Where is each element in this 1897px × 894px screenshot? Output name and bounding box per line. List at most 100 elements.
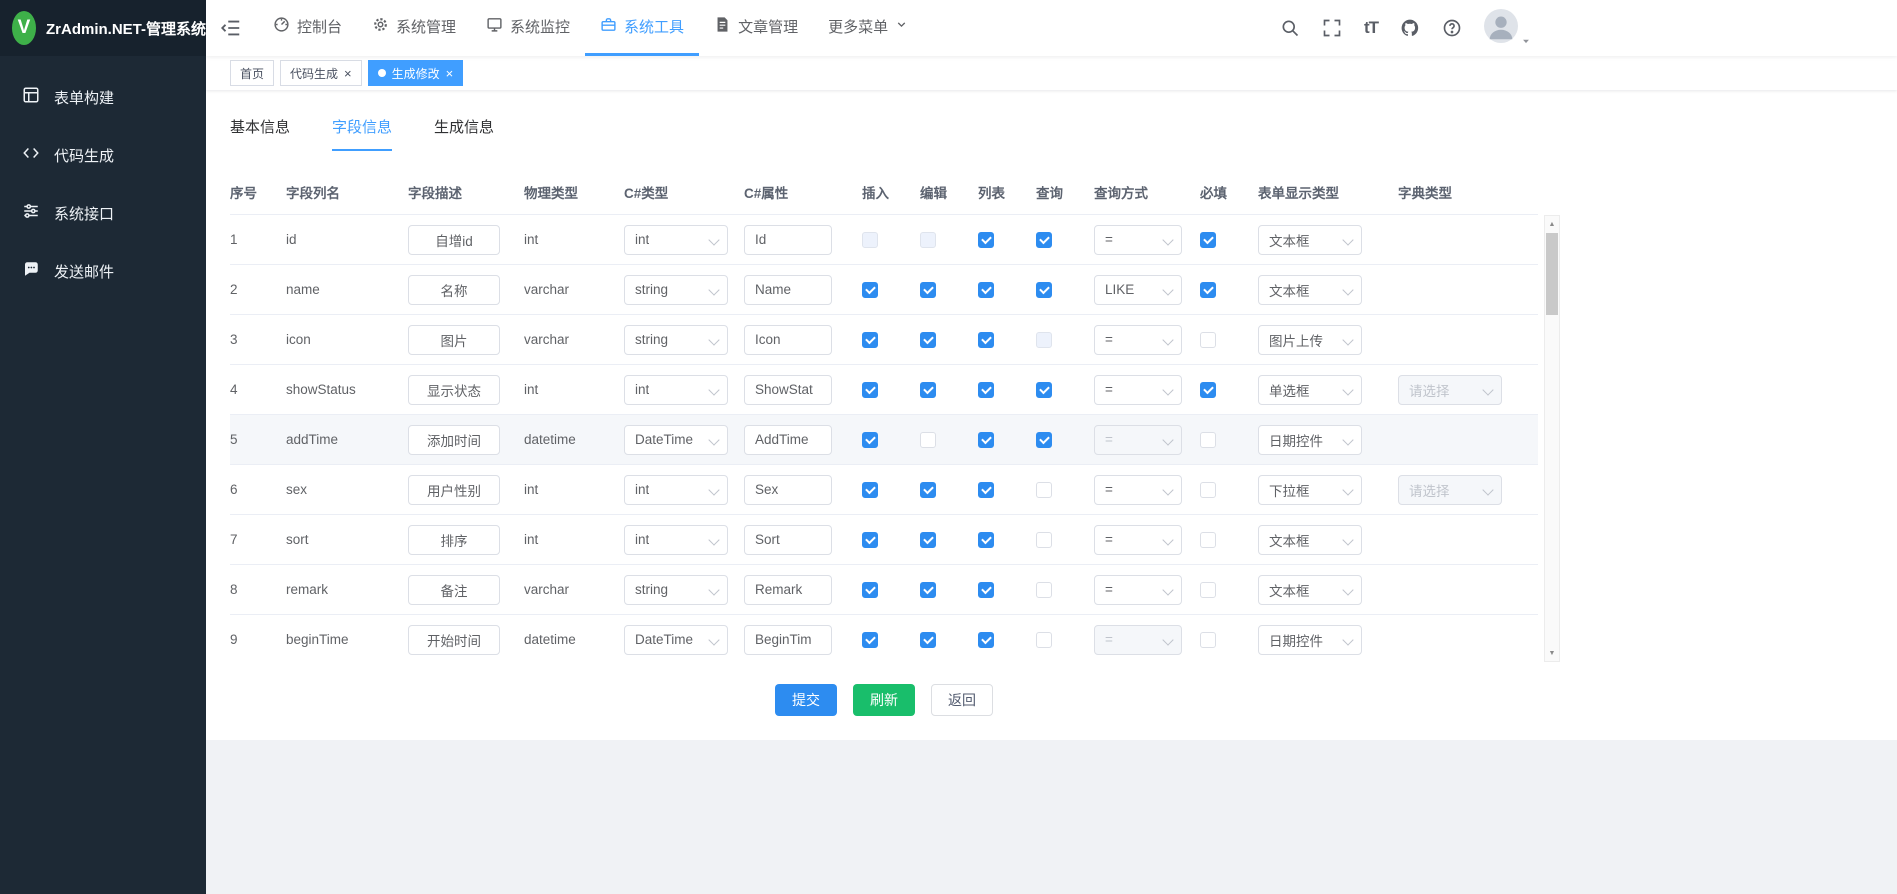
query-checkbox[interactable] xyxy=(1036,382,1052,398)
query-checkbox[interactable] xyxy=(1036,282,1052,298)
csharp-property-input[interactable] xyxy=(744,275,832,305)
font-size-icon[interactable]: tT xyxy=(1364,18,1378,38)
display-type-select[interactable]: 图片上传 xyxy=(1258,325,1362,355)
description-input[interactable] xyxy=(408,225,500,255)
list-checkbox[interactable] xyxy=(978,382,994,398)
query-method-select[interactable]: = xyxy=(1094,375,1182,405)
tag-gen-edit[interactable]: 生成修改 × xyxy=(368,60,464,86)
list-checkbox[interactable] xyxy=(978,482,994,498)
list-checkbox[interactable] xyxy=(978,282,994,298)
list-checkbox[interactable] xyxy=(978,432,994,448)
tab-basic-info[interactable]: 基本信息 xyxy=(230,116,290,151)
dict-type-select[interactable]: 请选择 xyxy=(1398,475,1502,505)
description-input[interactable] xyxy=(408,425,500,455)
query-checkbox[interactable] xyxy=(1036,432,1052,448)
description-input[interactable] xyxy=(408,575,500,605)
vertical-scrollbar[interactable]: ▲ ▼ xyxy=(1544,215,1560,662)
insert-checkbox[interactable] xyxy=(862,582,878,598)
csharp-type-select[interactable]: DateTime xyxy=(624,625,728,655)
csharp-type-select[interactable]: string xyxy=(624,275,728,305)
csharp-property-input[interactable] xyxy=(744,475,832,505)
back-button[interactable]: 返回 xyxy=(931,684,993,716)
required-checkbox[interactable] xyxy=(1200,482,1216,498)
submit-button[interactable]: 提交 xyxy=(775,684,837,716)
tab-gen-info[interactable]: 生成信息 xyxy=(434,116,494,151)
description-input[interactable] xyxy=(408,475,500,505)
sidebar-item-form-build[interactable]: 表单构建 xyxy=(0,68,206,126)
nav-item-console[interactable]: 控制台 xyxy=(258,0,357,56)
query-checkbox[interactable] xyxy=(1036,582,1052,598)
insert-checkbox[interactable] xyxy=(862,332,878,348)
list-checkbox[interactable] xyxy=(978,332,994,348)
user-menu[interactable] xyxy=(1484,9,1531,48)
csharp-type-select[interactable]: int xyxy=(624,525,728,555)
required-checkbox[interactable] xyxy=(1200,432,1216,448)
display-type-select[interactable]: 日期控件 xyxy=(1258,625,1362,655)
search-icon[interactable] xyxy=(1280,18,1300,38)
nav-item-system-monitor[interactable]: 系统监控 xyxy=(471,0,585,56)
tab-field-info[interactable]: 字段信息 xyxy=(332,116,392,151)
csharp-type-select[interactable]: DateTime xyxy=(624,425,728,455)
edit-checkbox[interactable] xyxy=(920,582,936,598)
required-checkbox[interactable] xyxy=(1200,382,1216,398)
sidebar-item-code-gen[interactable]: 代码生成 xyxy=(0,126,206,184)
nav-item-more-menus[interactable]: 更多菜单 xyxy=(813,0,923,56)
required-checkbox[interactable] xyxy=(1200,582,1216,598)
description-input[interactable] xyxy=(408,625,500,655)
csharp-type-select[interactable]: string xyxy=(624,575,728,605)
required-checkbox[interactable] xyxy=(1200,632,1216,648)
query-checkbox[interactable] xyxy=(1036,232,1052,248)
sidebar-item-api[interactable]: 系统接口 xyxy=(0,184,206,242)
query-method-select[interactable]: LIKE xyxy=(1094,275,1182,305)
display-type-select[interactable]: 下拉框 xyxy=(1258,475,1362,505)
csharp-type-select[interactable]: string xyxy=(624,325,728,355)
edit-checkbox[interactable] xyxy=(920,332,936,348)
tag-code-gen[interactable]: 代码生成 × xyxy=(280,60,362,86)
display-type-select[interactable]: 单选框 xyxy=(1258,375,1362,405)
query-method-select[interactable]: = xyxy=(1094,575,1182,605)
csharp-type-select[interactable]: int xyxy=(624,375,728,405)
query-method-select[interactable]: = xyxy=(1094,475,1182,505)
close-icon[interactable]: × xyxy=(446,67,454,80)
insert-checkbox[interactable] xyxy=(862,382,878,398)
insert-checkbox[interactable] xyxy=(862,482,878,498)
sidebar-item-send-mail[interactable]: 发送邮件 xyxy=(0,242,206,300)
nav-item-article-manage[interactable]: 文章管理 xyxy=(699,0,813,56)
csharp-property-input[interactable] xyxy=(744,575,832,605)
close-icon[interactable]: × xyxy=(344,67,352,80)
nav-item-system-tools[interactable]: 系统工具 xyxy=(585,0,699,56)
edit-checkbox[interactable] xyxy=(920,432,936,448)
query-method-select[interactable]: = xyxy=(1094,325,1182,355)
csharp-property-input[interactable] xyxy=(744,525,832,555)
tag-home[interactable]: 首页 xyxy=(230,60,274,86)
nav-item-system-manage[interactable]: 系统管理 xyxy=(357,0,471,56)
edit-checkbox[interactable] xyxy=(920,632,936,648)
edit-checkbox[interactable] xyxy=(920,282,936,298)
csharp-property-input[interactable] xyxy=(744,375,832,405)
edit-checkbox[interactable] xyxy=(920,382,936,398)
display-type-select[interactable]: 文本框 xyxy=(1258,575,1362,605)
list-checkbox[interactable] xyxy=(978,582,994,598)
query-method-select[interactable]: = xyxy=(1094,625,1182,655)
csharp-type-select[interactable]: int xyxy=(624,475,728,505)
required-checkbox[interactable] xyxy=(1200,282,1216,298)
query-checkbox[interactable] xyxy=(1036,532,1052,548)
display-type-select[interactable]: 文本框 xyxy=(1258,525,1362,555)
query-method-select[interactable]: = xyxy=(1094,425,1182,455)
display-type-select[interactable]: 文本框 xyxy=(1258,225,1362,255)
insert-checkbox[interactable] xyxy=(862,432,878,448)
edit-checkbox[interactable] xyxy=(920,532,936,548)
scrollbar-thumb[interactable] xyxy=(1546,233,1558,315)
github-icon[interactable] xyxy=(1400,18,1420,38)
required-checkbox[interactable] xyxy=(1200,532,1216,548)
fullscreen-icon[interactable] xyxy=(1322,18,1342,38)
list-checkbox[interactable] xyxy=(978,532,994,548)
description-input[interactable] xyxy=(408,275,500,305)
insert-checkbox[interactable] xyxy=(862,282,878,298)
description-input[interactable] xyxy=(408,375,500,405)
help-icon[interactable] xyxy=(1442,18,1462,38)
display-type-select[interactable]: 文本框 xyxy=(1258,275,1362,305)
dict-type-select[interactable]: 请选择 xyxy=(1398,375,1502,405)
insert-checkbox[interactable] xyxy=(862,632,878,648)
csharp-property-input[interactable] xyxy=(744,325,832,355)
